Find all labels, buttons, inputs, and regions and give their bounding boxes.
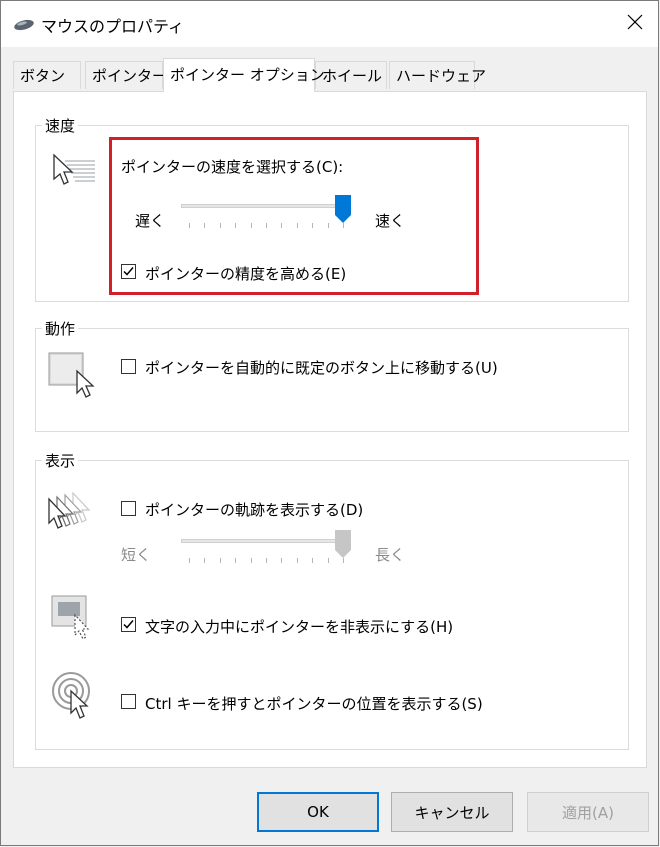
slider-tick <box>266 558 267 563</box>
tab-wheel[interactable]: ホイール <box>315 61 387 89</box>
trails-slider-track[interactable] <box>181 539 351 543</box>
motion-group-label: 動作 <box>42 318 79 339</box>
hide-while-typing-label: 文字の入力中にポインターを非表示にする(H) <box>145 618 454 636</box>
pointer-trails-icon <box>47 489 101 537</box>
slider-tick <box>235 558 236 563</box>
hide-while-typing-checkbox[interactable] <box>121 617 136 632</box>
slider-tick <box>328 558 329 563</box>
window-title: マウスのプロパティ <box>41 17 185 36</box>
motion-group: 動作 <box>35 318 629 432</box>
tab-buttons[interactable]: ボタン <box>13 61 81 89</box>
trails-checkbox[interactable] <box>121 501 136 516</box>
ok-button[interactable]: OK <box>257 792 379 832</box>
mouse-icon <box>13 17 35 35</box>
pointer-speed-icon <box>51 151 97 197</box>
highlight-box <box>109 137 479 295</box>
slider-tick <box>220 558 221 563</box>
ctrl-location-label: Ctrl キーを押すとポインターの位置を表示する(S) <box>145 695 483 713</box>
close-button[interactable] <box>612 1 658 47</box>
apply-button[interactable]: 適用(A) <box>527 792 649 832</box>
trails-long-label: 長く <box>375 546 406 564</box>
speed-group-label: 速度 <box>42 115 79 136</box>
cancel-button[interactable]: キャンセル <box>391 792 513 832</box>
slider-tick <box>204 558 205 563</box>
mouse-properties-window: マウスのプロパティ ボタン ポインター ポインター オプション ホイール ハード… <box>0 0 659 846</box>
trails-slider-thumb[interactable] <box>335 530 351 562</box>
slider-tick <box>312 558 313 563</box>
hide-while-typing-icon <box>49 593 97 645</box>
trails-slider-ticks <box>181 558 351 564</box>
snap-to-checkbox[interactable] <box>121 359 136 374</box>
snap-to-button-icon <box>47 351 99 403</box>
slider-tick <box>297 558 298 563</box>
slider-tick <box>281 558 282 563</box>
title-bar: マウスのプロパティ <box>1 1 658 47</box>
tab-pointer-options[interactable]: ポインター オプション <box>163 58 325 92</box>
pointer-location-icon <box>49 669 97 725</box>
snap-to-label: ポインターを自動的に既定のボタン上に移動する(U) <box>145 359 498 377</box>
ctrl-location-checkbox[interactable] <box>121 694 136 709</box>
slider-tick <box>189 558 190 563</box>
trails-label: ポインターの軌跡を表示する(D) <box>145 501 364 519</box>
tab-hardware[interactable]: ハードウェア <box>389 61 486 89</box>
trails-short-label: 短く <box>121 546 152 564</box>
close-icon <box>627 14 643 34</box>
display-group-label: 表示 <box>42 450 79 471</box>
tab-pointers[interactable]: ポインター <box>85 61 167 89</box>
slider-tick <box>251 558 252 563</box>
